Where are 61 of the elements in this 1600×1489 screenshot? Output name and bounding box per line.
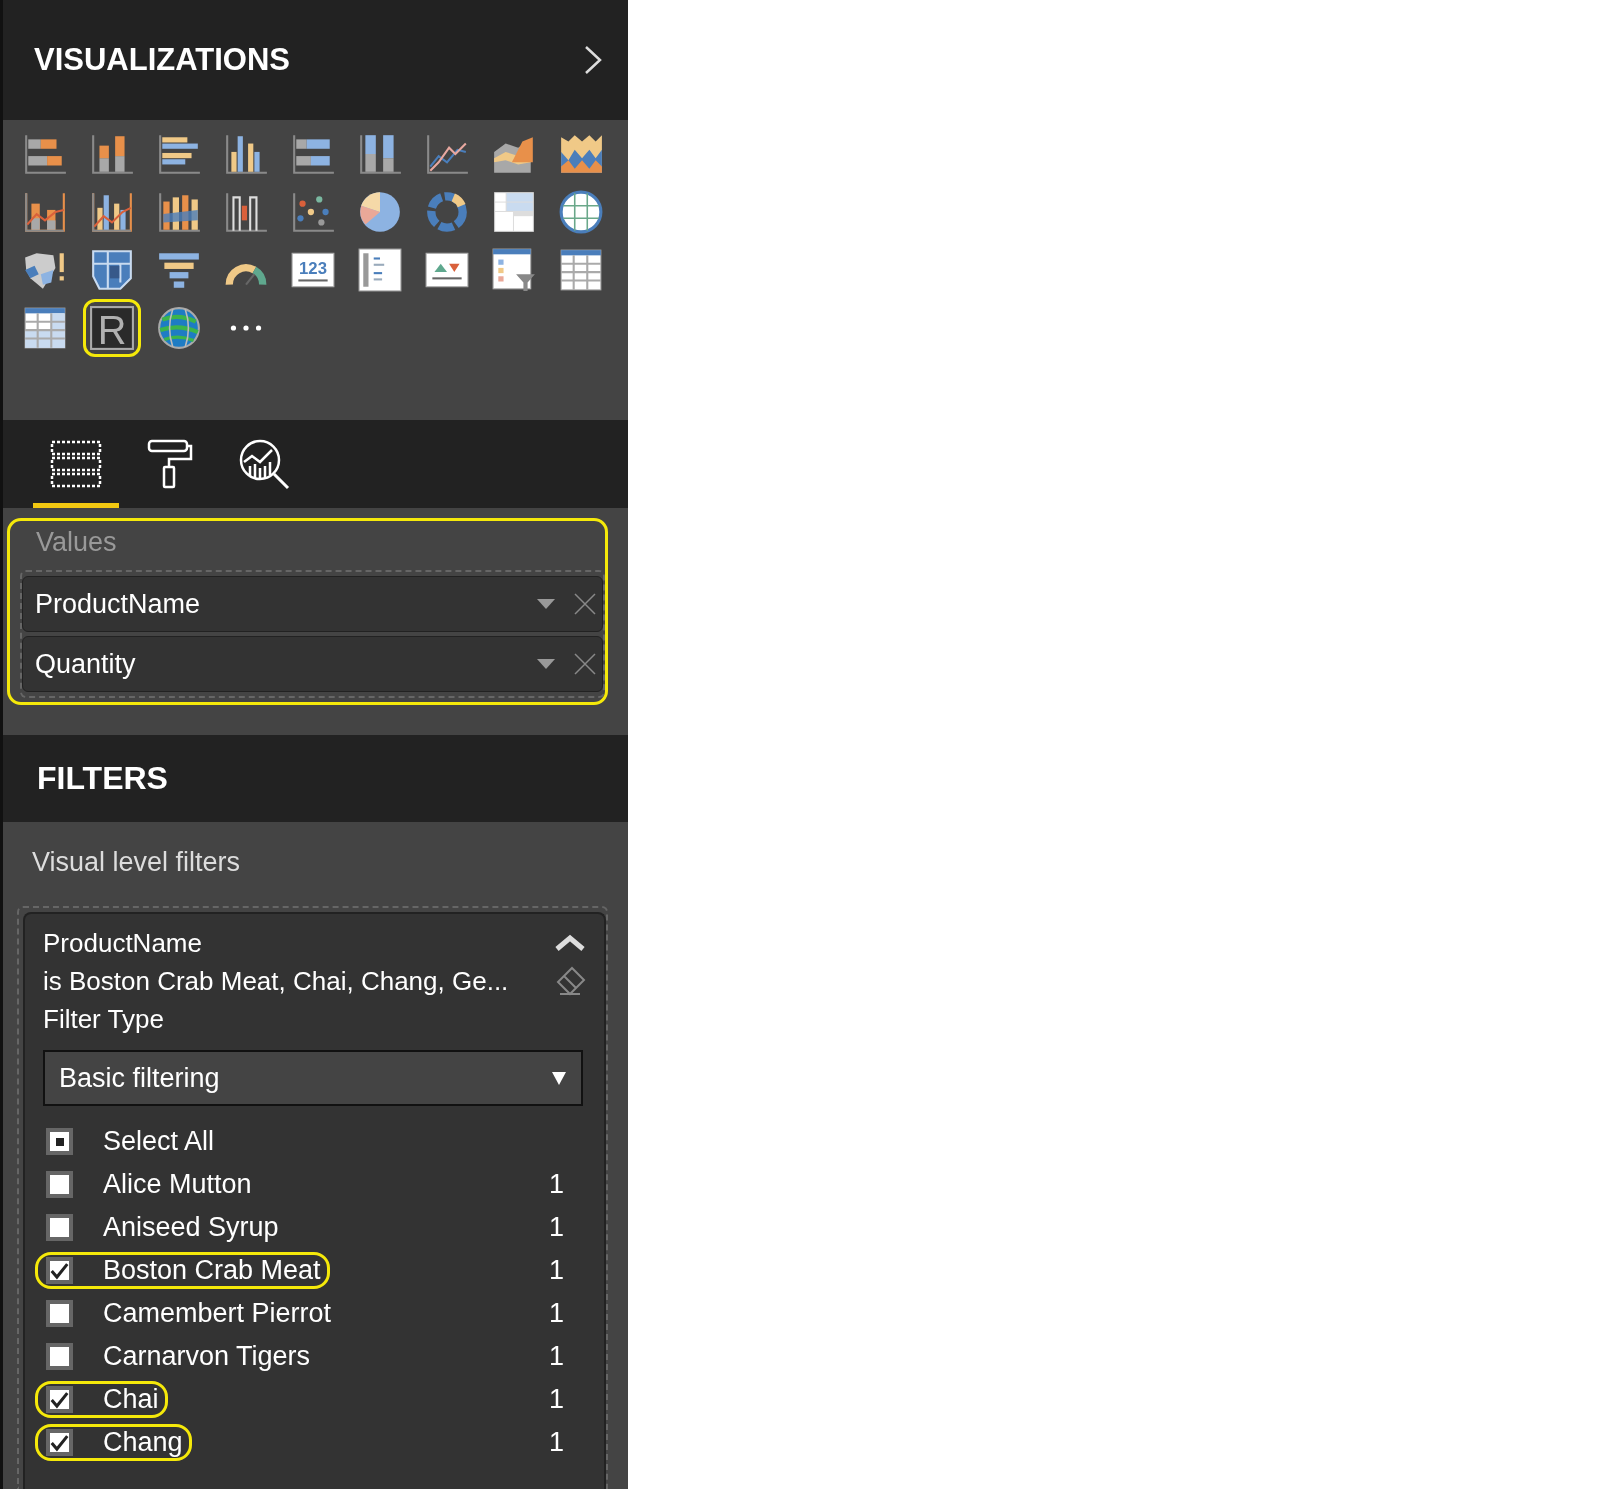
globe-icon[interactable] bbox=[156, 305, 202, 351]
filter-option[interactable]: Chai bbox=[103, 1384, 159, 1415]
matrix-icon[interactable] bbox=[22, 305, 68, 351]
caret-icon[interactable] bbox=[536, 598, 556, 610]
checkbox[interactable] bbox=[46, 1171, 73, 1198]
filter-option[interactable]: Camembert Pierrot bbox=[103, 1298, 332, 1329]
table-icon[interactable] bbox=[558, 247, 604, 293]
paint-roller-icon bbox=[147, 439, 193, 489]
panel-title: VISUALIZATIONS bbox=[34, 42, 291, 78]
option-count: 1 bbox=[548, 1212, 564, 1243]
checkbox[interactable] bbox=[46, 1214, 73, 1241]
fields-icon bbox=[50, 440, 102, 488]
field-name: Quantity bbox=[35, 648, 137, 680]
square-icon bbox=[55, 1137, 64, 1146]
option-count: 1 bbox=[548, 1384, 564, 1415]
field-pill[interactable]: Quantity bbox=[22, 636, 603, 692]
slicer-icon[interactable] bbox=[491, 247, 537, 293]
checkbox[interactable] bbox=[46, 1300, 73, 1327]
checkbox[interactable] bbox=[46, 1386, 73, 1413]
collapse-icon[interactable] bbox=[554, 934, 586, 952]
close-icon[interactable] bbox=[574, 653, 596, 675]
field-name: ProductName bbox=[35, 588, 202, 620]
option-count: 1 bbox=[548, 1298, 564, 1329]
well-label: Values bbox=[36, 527, 117, 558]
globe-icon[interactable] bbox=[558, 189, 604, 235]
filter-type-label: Filter Type bbox=[43, 1003, 164, 1036]
section-label: Visual level filters bbox=[32, 846, 241, 878]
filter-field: ProductName bbox=[43, 924, 202, 962]
treemap-icon[interactable] bbox=[491, 189, 537, 235]
eraser-icon[interactable] bbox=[554, 966, 586, 996]
checkbox[interactable] bbox=[46, 1429, 73, 1456]
checkbox[interactable] bbox=[46, 1257, 73, 1284]
section-title: FILTERS bbox=[37, 760, 168, 797]
list-card-icon[interactable] bbox=[357, 247, 403, 293]
filter-option[interactable]: Chang bbox=[103, 1427, 183, 1458]
option-count: 1 bbox=[548, 1341, 564, 1372]
filter-summary: is Boston Crab Meat, Chai, Chang, Ge... bbox=[43, 965, 509, 998]
r-icon[interactable]: R bbox=[89, 305, 135, 351]
option-count: 1 bbox=[548, 1169, 564, 1200]
chevron-right-icon[interactable] bbox=[584, 45, 602, 75]
checkbox[interactable] bbox=[46, 1343, 73, 1370]
filter-option[interactable]: Aniseed Syrup bbox=[103, 1212, 279, 1243]
checkmark-icon bbox=[50, 1432, 69, 1453]
filter-option[interactable]: Carnarvon Tigers bbox=[103, 1341, 311, 1372]
close-icon[interactable] bbox=[574, 593, 596, 615]
checkmark-icon bbox=[50, 1389, 69, 1410]
filter-option[interactable]: Select All bbox=[103, 1126, 215, 1157]
caret-icon[interactable] bbox=[536, 658, 556, 670]
option-count: 1 bbox=[548, 1427, 564, 1458]
pie-chart-icon[interactable] bbox=[357, 189, 403, 235]
analytics-icon bbox=[238, 438, 290, 490]
checkbox[interactable] bbox=[46, 1128, 73, 1155]
dropdown-arrow-icon bbox=[551, 1070, 567, 1086]
checkmark-icon bbox=[50, 1260, 69, 1281]
filter-type-dropdown[interactable]: Basic filtering bbox=[43, 1050, 583, 1106]
filter-option[interactable]: Boston Crab Meat bbox=[103, 1255, 321, 1286]
field-pill[interactable]: ProductName bbox=[22, 576, 603, 632]
donut-chart-icon[interactable] bbox=[424, 189, 470, 235]
filter-option[interactable]: Alice Mutton bbox=[103, 1169, 252, 1200]
map-icon[interactable] bbox=[89, 247, 135, 293]
option-count: 1 bbox=[548, 1255, 564, 1286]
